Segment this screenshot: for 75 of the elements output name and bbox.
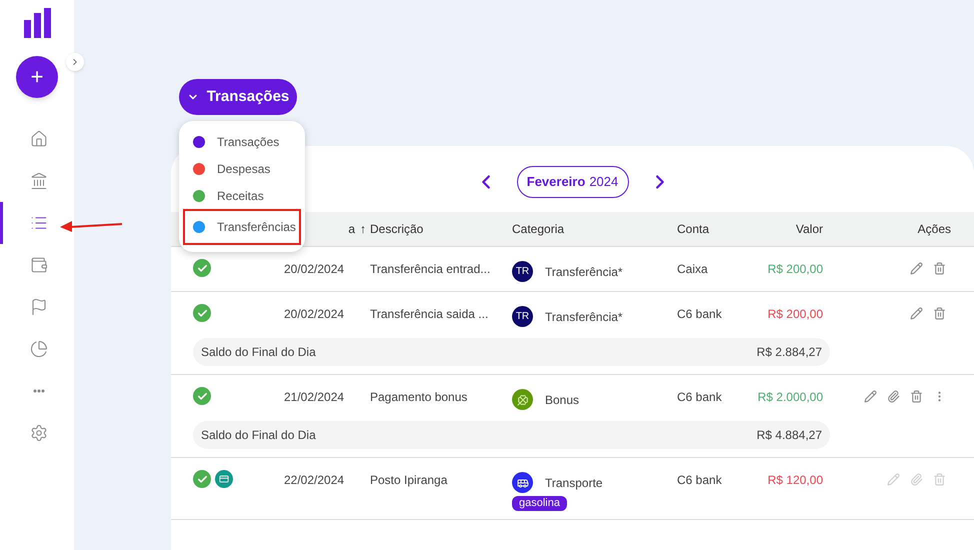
delete-icon bbox=[933, 262, 946, 275]
description-cell: Transferência saida ... bbox=[370, 307, 488, 321]
account-cell: C6 bank bbox=[677, 390, 722, 404]
description-cell: Pagamento bonus bbox=[370, 390, 468, 404]
add-button[interactable]: + bbox=[16, 56, 58, 98]
check-icon bbox=[193, 470, 211, 488]
edit-button[interactable] bbox=[910, 307, 923, 320]
delete-button[interactable] bbox=[933, 262, 946, 275]
list-icon bbox=[30, 214, 48, 232]
delete-icon bbox=[910, 390, 923, 403]
check-icon bbox=[193, 304, 211, 322]
category-name: Transferência* bbox=[545, 264, 623, 280]
menu-item[interactable]: Transações bbox=[183, 128, 301, 155]
account-cell: C6 bank bbox=[677, 307, 722, 321]
edit-icon bbox=[910, 307, 923, 320]
column-header[interactable]: Descrição bbox=[370, 222, 424, 236]
amount-cell: R$ 200,00 bbox=[768, 307, 823, 321]
paperclip-button[interactable] bbox=[887, 390, 900, 403]
edit-button[interactable] bbox=[910, 262, 923, 275]
category-avatar: TR bbox=[512, 306, 533, 327]
tag-label: gasolina bbox=[512, 496, 567, 511]
pie-chart-icon bbox=[30, 340, 48, 358]
card-icon bbox=[215, 470, 233, 488]
delete-button[interactable] bbox=[933, 307, 946, 320]
more-icon bbox=[32, 389, 44, 393]
bank-icon bbox=[30, 172, 48, 190]
category-name: Transferência* bbox=[545, 308, 623, 326]
column-header[interactable]: Conta bbox=[677, 222, 710, 236]
delete-icon bbox=[933, 307, 946, 320]
wallet-icon bbox=[30, 256, 48, 274]
month-selector[interactable]: Fevereiro 2024 bbox=[516, 166, 628, 198]
day-balance-label: Saldo do Final do Dia bbox=[201, 344, 316, 361]
paperclip-icon bbox=[910, 473, 923, 486]
day-balance-label: Saldo do Final do Dia bbox=[201, 427, 316, 444]
category-avatar: TR bbox=[512, 261, 533, 282]
check-icon bbox=[193, 387, 211, 405]
logo-icon bbox=[24, 8, 50, 38]
day-balance-value: R$ 4.884,27 bbox=[756, 427, 822, 444]
description-cell: Transferência entrad... bbox=[370, 262, 490, 276]
menu-item[interactable]: Despesas bbox=[183, 155, 301, 182]
category-name: Bonus bbox=[545, 392, 580, 408]
paperclip-icon bbox=[887, 390, 900, 403]
date-cell: 20/02/2024 bbox=[284, 262, 344, 276]
sort-arrow[interactable]: ↑ bbox=[360, 220, 366, 238]
date-cell: 22/02/2024 bbox=[284, 473, 344, 487]
amount-cell: R$ 200,00 bbox=[768, 262, 823, 276]
view-selector-button[interactable]: Transações bbox=[179, 79, 297, 115]
check-icon bbox=[193, 259, 211, 277]
description-cell: Posto Ipiranga bbox=[370, 473, 448, 487]
edit-icon bbox=[887, 473, 900, 486]
day-balance-value: R$ 2.884,27 bbox=[756, 344, 822, 361]
year-label: 2024 bbox=[589, 173, 618, 192]
settings-icon bbox=[30, 424, 48, 442]
amount-cell: R$ 120,00 bbox=[768, 473, 823, 487]
menu-item[interactable]: Transferências bbox=[183, 209, 301, 245]
edit-button[interactable] bbox=[864, 390, 877, 403]
menu-item[interactable]: Receitas bbox=[183, 182, 301, 209]
column-header[interactable]: Ações bbox=[918, 222, 951, 236]
month-name: Fevereiro bbox=[526, 173, 586, 192]
delete-icon bbox=[933, 473, 946, 486]
edit-icon bbox=[910, 262, 923, 275]
account-cell: C6 bank bbox=[677, 473, 722, 487]
edit-icon bbox=[864, 390, 877, 403]
category-name: Transporte bbox=[545, 474, 603, 492]
flag-icon bbox=[30, 298, 48, 316]
column-header[interactable]: Valor bbox=[796, 222, 823, 236]
delete-button[interactable] bbox=[910, 390, 923, 403]
amount-cell: R$ 2.000,00 bbox=[758, 390, 823, 404]
date-cell: 20/02/2024 bbox=[284, 307, 344, 321]
account-cell: Caixa bbox=[677, 262, 708, 276]
date-cell: 21/02/2024 bbox=[284, 390, 344, 404]
column-header[interactable]: Categoria bbox=[512, 222, 564, 236]
home-icon bbox=[30, 130, 48, 148]
column-header[interactable]: a bbox=[348, 220, 355, 238]
arrow-annotation bbox=[58, 219, 124, 233]
